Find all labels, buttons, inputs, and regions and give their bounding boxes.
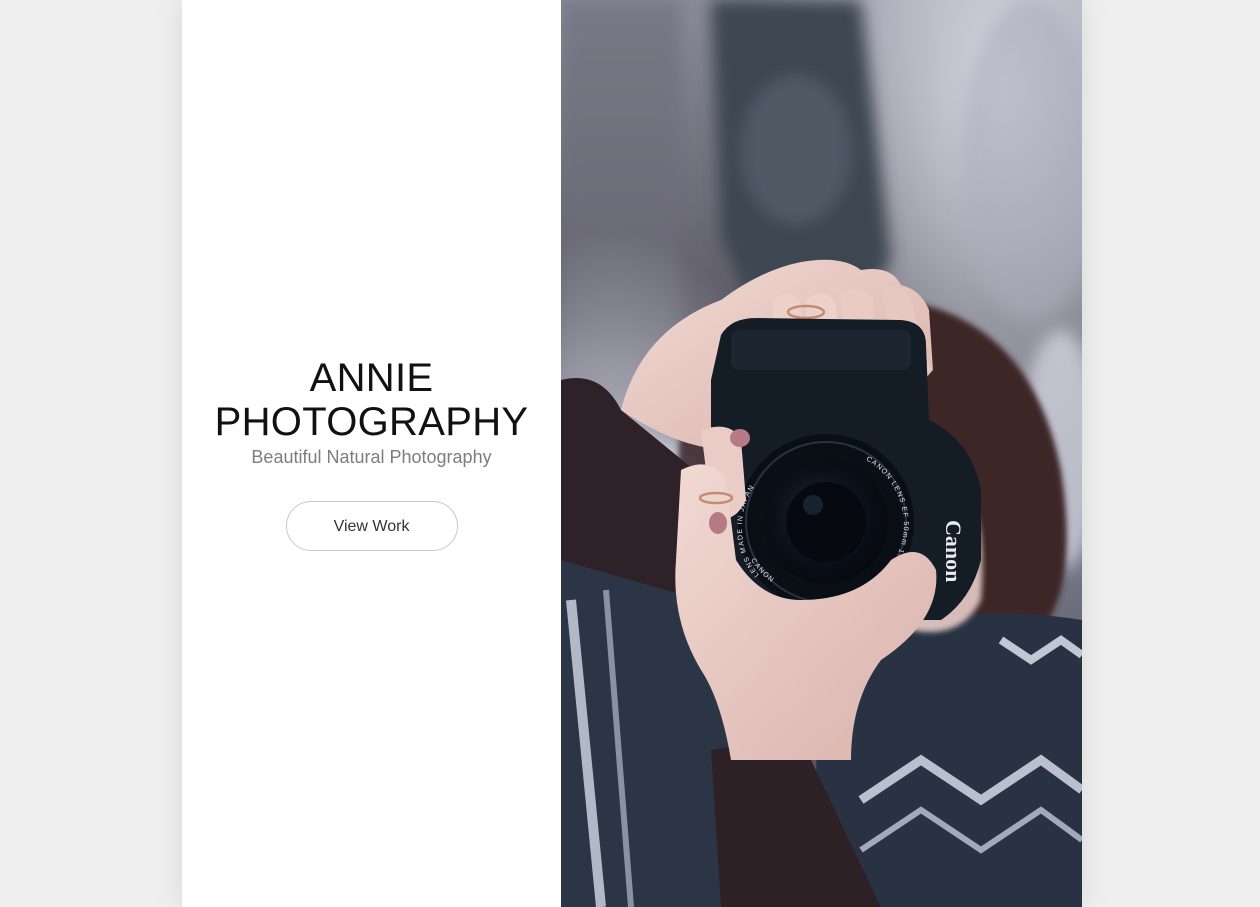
hero-text-block: ANNIE PHOTOGRAPHY Beautiful Natural Phot… [182, 356, 561, 551]
page-card: ANNIE PHOTOGRAPHY Beautiful Natural Phot… [182, 0, 1082, 907]
site-title-line1: ANNIE [309, 356, 434, 400]
tagline: Beautiful Natural Photography [251, 447, 492, 467]
site-title-line2: PHOTOGRAPHY [214, 400, 529, 444]
site-title: ANNIE PHOTOGRAPHY [182, 356, 561, 444]
photographer-with-camera-image: Canon LENS MADE IN JAPAN CANON LENS EF 5… [561, 0, 1082, 907]
hero-intro: ANNIE PHOTOGRAPHY Beautiful Natural Phot… [182, 0, 561, 907]
view-work-button[interactable]: View Work [285, 501, 458, 551]
hero-photo: Canon LENS MADE IN JAPAN CANON LENS EF 5… [561, 0, 1082, 907]
camera-brand-label: Canon [941, 520, 966, 582]
